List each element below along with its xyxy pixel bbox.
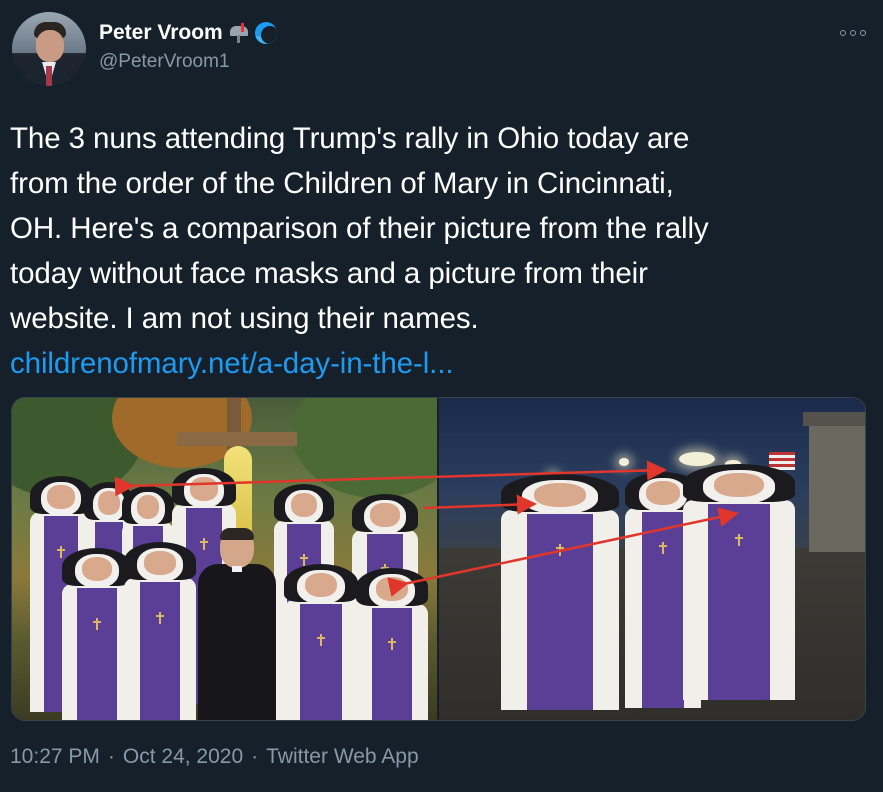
group-photo-left: [12, 398, 437, 720]
tweet-source[interactable]: Twitter Web App: [266, 745, 419, 769]
tweet-text-line: today without face masks and a picture f…: [10, 257, 648, 290]
more-options-button[interactable]: [840, 26, 866, 40]
author-handle[interactable]: @PeterVroom1: [99, 51, 230, 73]
tweet-time[interactable]: 10:27 PM: [10, 745, 100, 769]
tweet-text-line: OH. Here's a comparison of their picture…: [10, 212, 709, 245]
water-wave-icon: [254, 22, 277, 44]
more-dot-icon: [840, 30, 846, 36]
tweet-link[interactable]: childrenofmary.net/a-day-in-the-l...: [10, 347, 454, 380]
tweet-text: The 3 nuns attending Trump's rally in Oh…: [10, 116, 870, 386]
display-name[interactable]: Peter Vroom: [99, 21, 223, 45]
author-name-row[interactable]: Peter Vroom: [99, 21, 277, 45]
rally-photo-right: [439, 398, 865, 720]
meta-separator: ·: [107, 745, 115, 768]
more-dot-icon: [860, 30, 866, 36]
more-dot-icon: [850, 30, 856, 36]
tweet-media-image[interactable]: [11, 397, 866, 721]
meta-separator: ·: [251, 745, 259, 768]
tweet-text-line: The 3 nuns attending Trump's rally in Oh…: [10, 122, 690, 155]
tweet-text-line: from the order of the Children of Mary i…: [10, 167, 674, 200]
mailbox-with-flag-icon: [229, 23, 249, 43]
tweet-meta: 10:27 PM · Oct 24, 2020 · Twitter Web Ap…: [10, 745, 419, 769]
avatar[interactable]: [12, 12, 86, 86]
tweet: Peter Vroom @PeterVroom1 The 3 nuns atte…: [0, 0, 883, 792]
tweet-date[interactable]: Oct 24, 2020: [123, 745, 243, 769]
tweet-text-line: website. I am not using their names.: [10, 302, 479, 335]
